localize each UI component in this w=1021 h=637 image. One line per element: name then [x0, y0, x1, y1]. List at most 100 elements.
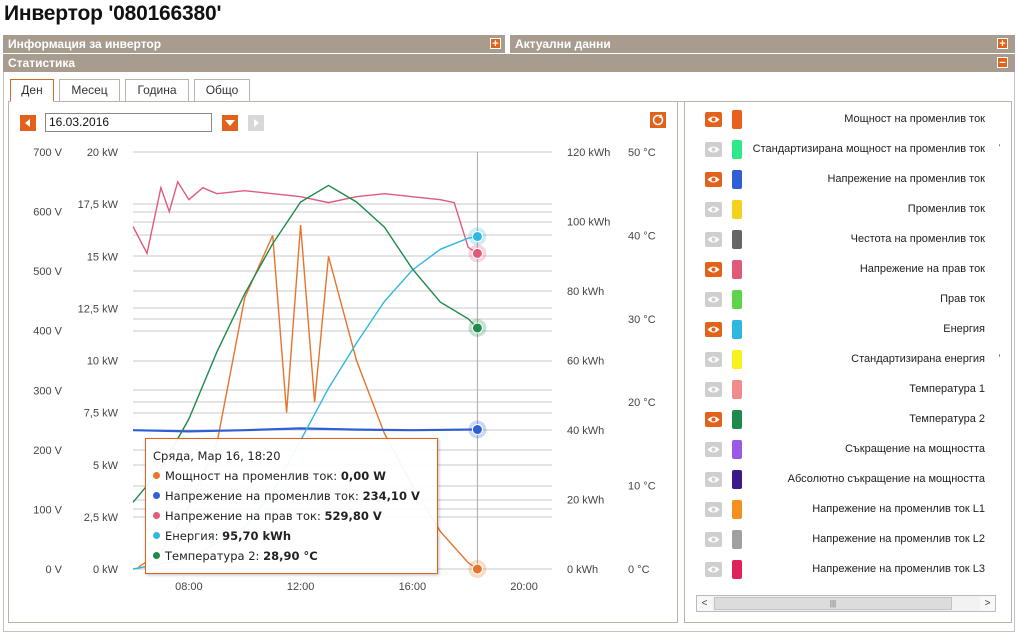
tab-month[interactable]: Месец: [59, 79, 120, 101]
arrow-right-icon: [254, 119, 259, 127]
visibility-toggle[interactable]: [705, 472, 722, 487]
visibility-toggle[interactable]: [705, 172, 722, 187]
section-bar-current-data[interactable]: Актуални данни +: [510, 35, 1015, 53]
series-marker: [471, 247, 483, 259]
visibility-toggle[interactable]: [705, 502, 722, 517]
legend-item[interactable]: Честота на променлив ток: [705, 230, 1000, 250]
legend-label: Честота на променлив ток: [850, 233, 985, 245]
eye-icon: [707, 416, 720, 423]
legend-label: Стандартизирана мощност на променлив ток: [752, 143, 985, 155]
visibility-toggle[interactable]: [705, 292, 722, 307]
visibility-toggle[interactable]: [705, 202, 722, 217]
section-title-inverter-info: Информация за инвертор: [8, 37, 162, 51]
visibility-toggle[interactable]: [705, 322, 722, 337]
legend-color-swatch: [732, 560, 742, 579]
legend-item[interactable]: Напрежение на променлив ток L3: [705, 560, 1000, 580]
legend-color-swatch: [732, 530, 742, 549]
y-tick-label-temperature: 10 °C: [628, 481, 656, 493]
eye-icon: [707, 326, 720, 333]
legend-item[interactable]: Променлив ток: [705, 200, 1000, 220]
next-day-button[interactable]: [248, 115, 264, 131]
legend-item[interactable]: Напрежение на променлив ток L1: [705, 500, 1000, 520]
eye-icon: [707, 356, 720, 363]
y-tick-label-energy: 0 kWh: [567, 564, 598, 576]
tooltip-row-label: Напрежение на променлив ток:: [165, 489, 359, 503]
legend-color-swatch: [732, 200, 742, 219]
eye-icon: [707, 566, 720, 573]
date-input[interactable]: 16.03.2016: [45, 113, 212, 132]
legend-color-swatch: [732, 140, 742, 159]
legend-color-swatch: [732, 410, 742, 429]
legend-item[interactable]: Напрежение на променлив ток: [705, 170, 1000, 190]
visibility-toggle[interactable]: [705, 352, 722, 367]
legend-horizontal-scrollbar[interactable]: < ||| >: [696, 595, 996, 612]
tab-total[interactable]: Общо: [194, 79, 250, 101]
tab-year[interactable]: Година: [125, 79, 189, 101]
y-tick-label-voltage: 200 V: [33, 445, 62, 457]
tooltip-row-label: Температура 2:: [165, 549, 260, 563]
section-bar-inverter-info[interactable]: Информация за инвертор +: [3, 35, 505, 53]
tooltip-header: Сряда, Мар 16, 18:20: [153, 449, 281, 463]
legend-item[interactable]: Стандартизирана енергия Wl: [705, 350, 1000, 370]
eye-icon: [707, 206, 720, 213]
legend-label: Прав ток: [940, 293, 985, 305]
y-tick-label-power: 7,5 kW: [84, 408, 119, 420]
legend-item[interactable]: Съкращение на мощността: [705, 440, 1000, 460]
legend-label: Напрежение на променлив ток L2: [812, 533, 985, 545]
legend-item[interactable]: Температура 1: [705, 380, 1000, 400]
legend-label: Енергия: [943, 323, 985, 335]
y-tick-label-temperature: 20 °C: [628, 397, 656, 409]
legend-item[interactable]: Мощност на променлив ток: [705, 110, 1000, 130]
y-tick-label-energy: 80 kWh: [567, 286, 604, 298]
visibility-toggle[interactable]: [705, 412, 722, 427]
refresh-button[interactable]: [650, 112, 666, 128]
y-tick-label-power: 5 kW: [93, 460, 119, 472]
tooltip-row: Мощност на променлив ток: 0,00 W: [153, 469, 386, 483]
expand-info-button[interactable]: +: [490, 38, 501, 50]
legend-item[interactable]: Прав ток: [705, 290, 1000, 310]
section-title-current-data: Актуални данни: [515, 37, 611, 51]
visibility-toggle[interactable]: [705, 532, 722, 547]
tooltip-dot: [153, 512, 160, 519]
visibility-toggle[interactable]: [705, 232, 722, 247]
legend-label-overflow: V: [999, 143, 1000, 155]
tooltip-row: Напрежение на променлив ток: 234,10 V: [153, 489, 420, 503]
eye-icon: [707, 116, 720, 123]
y-tick-label-energy: 40 kWh: [567, 425, 604, 437]
scroll-right-button[interactable]: >: [980, 596, 995, 611]
visibility-toggle[interactable]: [705, 382, 722, 397]
y-tick-label-power: 0 kW: [93, 564, 119, 576]
visibility-toggle[interactable]: [705, 112, 722, 127]
legend-label: Съкращение на мощността: [844, 443, 985, 455]
legend-color-swatch: [732, 170, 742, 189]
visibility-toggle[interactable]: [705, 442, 722, 457]
legend-item[interactable]: Абсолютно съкращение на мощността: [705, 470, 1000, 490]
legend-item[interactable]: Температура 2: [705, 410, 1000, 430]
legend-label: Температура 1: [909, 383, 985, 395]
collapse-statistics-button[interactable]: −: [997, 57, 1008, 69]
y-tick-label-voltage: 600 V: [33, 207, 62, 219]
legend-label-overflow: Wl: [999, 353, 1000, 365]
series-legend: Мощност на променлив ток Стандартизирана …: [695, 110, 1000, 590]
tooltip-dot: [153, 552, 160, 559]
section-bar-statistics[interactable]: Статистика −: [3, 54, 1015, 72]
legend-item[interactable]: Енергия: [705, 320, 1000, 340]
scroll-left-button[interactable]: <: [697, 596, 712, 611]
legend-item[interactable]: Стандартизирана мощност на променлив ток…: [705, 140, 1000, 160]
chart-tooltip: Сряда, Мар 16, 18:20 Мощност на променли…: [145, 438, 438, 574]
tooltip-row: Температура 2: 28,90 °C: [153, 549, 318, 563]
series-marker: [471, 424, 483, 436]
legend-item[interactable]: Напрежение на прав ток: [705, 260, 1000, 280]
legend-item[interactable]: Напрежение на променлив ток L2: [705, 530, 1000, 550]
visibility-toggle[interactable]: [705, 562, 722, 577]
expand-current-button[interactable]: +: [997, 38, 1008, 50]
y-tick-label-voltage: 0 V: [45, 564, 62, 576]
legend-label: Напрежение на променлив ток L3: [812, 563, 985, 575]
visibility-toggle[interactable]: [705, 142, 722, 157]
calendar-dropdown-button[interactable]: [222, 115, 238, 131]
scroll-thumb[interactable]: |||: [714, 597, 952, 610]
tab-day[interactable]: Ден: [10, 79, 54, 102]
visibility-toggle[interactable]: [705, 262, 722, 277]
prev-day-button[interactable]: [20, 115, 36, 131]
y-tick-label-temperature: 0 °C: [628, 564, 650, 576]
